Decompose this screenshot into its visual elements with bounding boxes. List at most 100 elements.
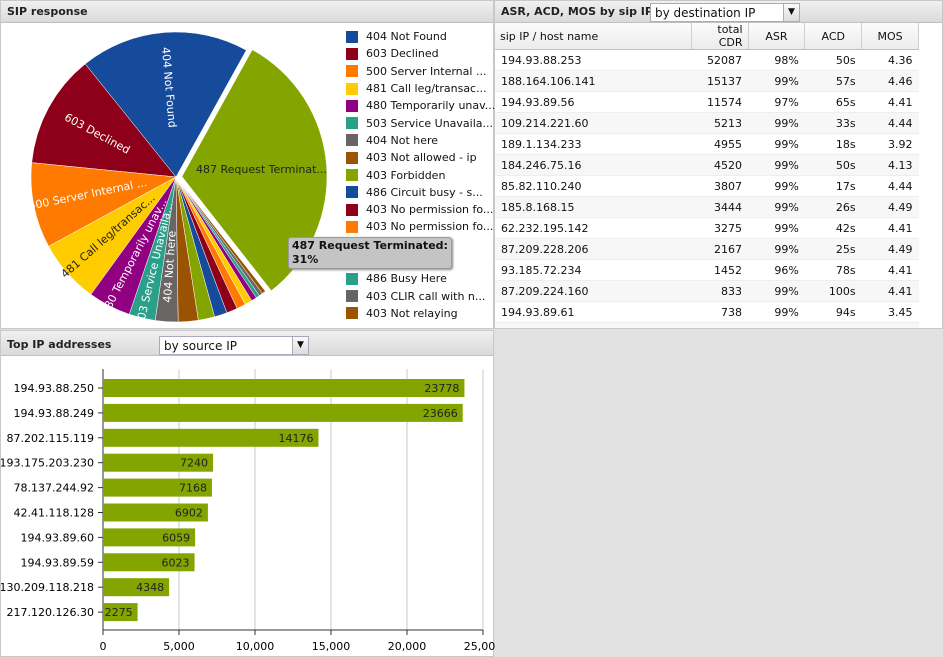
bar[interactable]: [103, 379, 465, 397]
legend-item[interactable]: 403 Not allowed - ip: [346, 149, 495, 166]
legend-item[interactable]: 486 Circuit busy - s...: [346, 184, 495, 201]
table-cell: 99%: [748, 133, 805, 155]
table-row[interactable]: 194.93.89.61 738 99% 94s 3.45: [495, 301, 919, 323]
table-row[interactable]: 185.8.168.15 3444 99% 26s 4.49: [495, 196, 919, 218]
legend-swatch: [346, 99, 358, 112]
legend-swatch: [346, 117, 358, 130]
bar-value-label: 23778: [424, 382, 459, 395]
table-row[interactable]: 79.217.2.13069897%71s4.34: [495, 322, 919, 328]
legend-item[interactable]: 403 Not relaying: [346, 305, 495, 322]
table-row[interactable]: 189.1.134.233 4955 99% 18s 3.92: [495, 133, 919, 155]
table-cell: 1452: [691, 259, 749, 281]
asr-group-select[interactable]: by destination IP ▼: [650, 3, 800, 22]
table-cell: 99%: [748, 112, 805, 134]
legend-swatch: [346, 220, 358, 233]
table-cell: 4.41: [861, 280, 919, 302]
y-tick-label: 130.209.118.218: [1, 581, 94, 594]
legend-label: 403 Forbidden: [366, 168, 446, 182]
table-cell: 17s: [804, 175, 862, 197]
y-tick-label: 78.137.244.92: [14, 482, 94, 495]
table-cell: 833: [691, 280, 749, 302]
chevron-down-icon[interactable]: ▼: [783, 4, 799, 21]
table-cell: 4.44: [861, 175, 919, 197]
table-cell: 188.164.106.141: [495, 70, 692, 92]
table-cell: 62.232.195.142: [495, 217, 692, 239]
bar-value-label: 6902: [175, 507, 203, 520]
legend-swatch: [346, 290, 358, 303]
x-tick-label: 10,000: [236, 640, 275, 653]
top-ip-select-value: by source IP: [164, 339, 237, 353]
legend-item[interactable]: 480 Temporarily unav...: [346, 97, 495, 114]
table-cell: 3.45: [861, 301, 919, 323]
x-tick-label: 5,000: [163, 640, 195, 653]
table-row[interactable]: 188.164.106.141 15137 99% 57s 4.46: [495, 70, 919, 92]
table-cell: 33s: [804, 112, 862, 134]
y-tick-label: 87.202.115.119: [7, 432, 94, 445]
table-cell: 71s: [804, 322, 862, 328]
asr-panel: ASR, ACD, MOS by sip IP by destination I…: [494, 0, 943, 329]
column-header[interactable]: MOS: [861, 23, 919, 50]
legend-item[interactable]: 403 No permission fo...: [346, 201, 495, 218]
table-cell: 184.246.75.16: [495, 154, 692, 176]
y-tick-label: 194.93.88.249: [14, 407, 94, 420]
legend-item[interactable]: 403 No permission fo...: [346, 218, 495, 235]
table-row[interactable]: 109.214.221.60 5213 99% 33s 4.44: [495, 112, 919, 134]
legend-item[interactable]: 403 Forbidden: [346, 166, 495, 183]
legend-item[interactable]: 404 Not here: [346, 132, 495, 149]
table-cell: 4.41: [861, 91, 919, 113]
table-row[interactable]: 184.246.75.16 4520 99% 50s 4.13: [495, 154, 919, 176]
table-cell: 4.41: [861, 217, 919, 239]
top-ip-group-select[interactable]: by source IP ▼: [159, 336, 309, 355]
table-cell: 18s: [804, 133, 862, 155]
bar-value-label: 6059: [162, 531, 190, 544]
table-cell: 98%: [748, 49, 805, 71]
legend-item[interactable]: 486 Busy Here: [346, 270, 495, 287]
column-header[interactable]: ACD: [804, 23, 863, 50]
table-cell: 52087: [691, 49, 749, 71]
legend-swatch: [346, 47, 358, 60]
table-cell: 11574: [691, 91, 749, 113]
tooltip-value: 31%: [292, 253, 319, 266]
table-row[interactable]: 194.93.88.253 52087 98% 50s 4.36: [495, 49, 919, 71]
table-cell: 4.34: [861, 322, 919, 328]
legend-item[interactable]: 481 Call leg/transac...: [346, 80, 495, 97]
asr-table: sip IP / host name total CDR ASR ACD MOS 194.…: [495, 23, 919, 328]
legend-swatch: [346, 82, 358, 95]
tooltip-label: 487 Request Terminated:: [292, 239, 448, 252]
table-row[interactable]: 87.209.224.160 833 99% 100s 4.41: [495, 280, 919, 302]
legend-item[interactable]: 500 Server Internal ...: [346, 63, 495, 80]
table-cell: 3444: [691, 196, 749, 218]
bar[interactable]: [103, 403, 463, 422]
legend-item[interactable]: 603 Declined: [346, 45, 495, 62]
table-cell: 87.209.228.206: [495, 238, 692, 260]
bar-value-label: 4348: [136, 581, 164, 594]
pie-legend: 404 Not Found 603 Declined 500 Server Inte…: [346, 28, 495, 322]
legend-item[interactable]: 403 CLIR call with n...: [346, 287, 495, 304]
top-ip-panel: Top IP addresses by source IP ▼ 0 5,000 10,…: [0, 330, 495, 657]
table-row[interactable]: 194.93.89.56 11574 97% 65s 4.41: [495, 91, 919, 113]
bar-value-label: 7168: [179, 482, 207, 495]
chevron-down-icon[interactable]: ▼: [292, 337, 308, 354]
legend-item[interactable]: 503 Service Unavaila...: [346, 114, 495, 131]
legend-swatch: [346, 151, 358, 164]
table-cell: 99%: [748, 70, 805, 92]
table-row[interactable]: 87.209.228.206 2167 99% 25s 4.49: [495, 238, 919, 260]
column-header[interactable]: sip IP / host name: [495, 23, 692, 50]
table-row[interactable]: 93.185.72.234 1452 96% 78s 4.41: [495, 259, 919, 281]
table-cell: 99%: [748, 175, 805, 197]
legend-label: 403 Not relaying: [366, 306, 458, 320]
column-header[interactable]: total CDR: [691, 23, 749, 50]
legend-label: 404 Not Found: [366, 30, 447, 44]
table-row[interactable]: 62.232.195.142 3275 99% 42s 4.41: [495, 217, 919, 239]
y-tick-label: 42.41.118.128: [14, 507, 94, 520]
legend-label: 404 Not here: [366, 133, 439, 147]
legend-label: 503 Service Unavaila...: [366, 116, 493, 130]
legend-item[interactable]: 404 Not Found: [346, 28, 495, 45]
table-cell: 25s: [804, 238, 862, 260]
column-header[interactable]: ASR: [748, 23, 806, 50]
top-ip-bar-chart: 0 5,000 10,000 15,000 20,000 25,000 23778 194.9…: [1, 369, 495, 653]
table-cell: 185.8.168.15: [495, 196, 692, 218]
table-cell: 4.49: [861, 196, 919, 218]
table-row[interactable]: 85.82.110.240 3807 99% 17s 4.44: [495, 175, 919, 197]
table-cell: 57s: [804, 70, 862, 92]
